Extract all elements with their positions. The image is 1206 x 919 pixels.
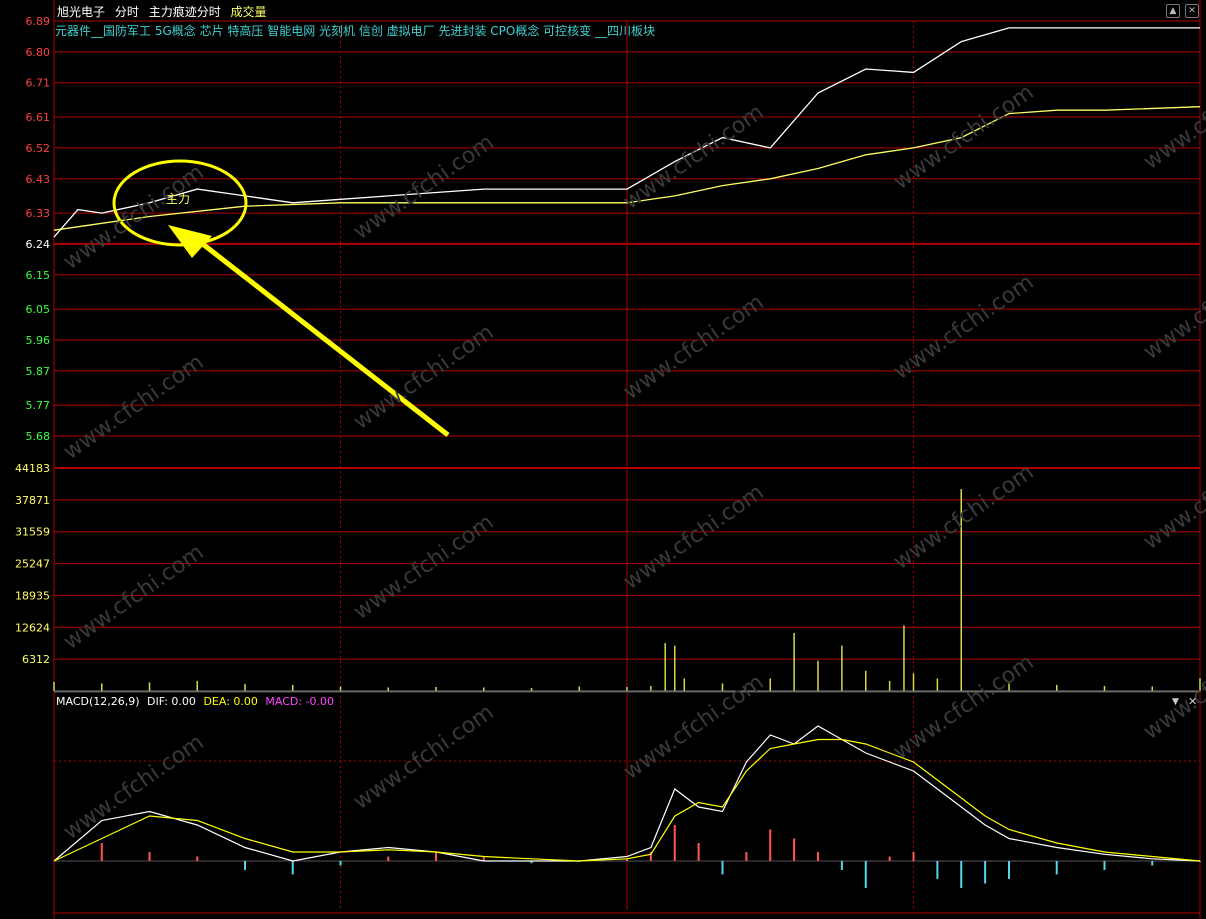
volume-tick-label: 25247 bbox=[15, 558, 50, 571]
watermark-text: www.cfchi.com bbox=[889, 460, 1038, 575]
price-tick-label: 6.71 bbox=[26, 77, 51, 90]
indicator-label[interactable]: 主力痕迹分时 bbox=[149, 5, 221, 19]
watermark-text: www.cfchi.com bbox=[349, 510, 498, 625]
macd-header: MACD(12,26,9) DIF: 0.00 DEA: 0.00 MACD: … bbox=[56, 695, 334, 708]
chart-canvas: 6.89 6.80 6.71 6.61 6.52 6.43 6.33 6.24 6.15 6.05… bbox=[15, 0, 1206, 919]
watermark-text: www.cfchi.com bbox=[619, 480, 768, 595]
volume-tick-label: 12624 bbox=[15, 621, 50, 634]
concept-tags: 元器件__国防军工 5G概念 芯片 特高压 智能电网 光刻机 信创 虚拟电厂 先… bbox=[55, 24, 655, 38]
volume-tick-label: 6312 bbox=[22, 653, 50, 666]
annotation-arrow-head bbox=[168, 225, 212, 258]
watermark-text: www.cfchi.com bbox=[1139, 440, 1206, 555]
price-tick-label: 6.15 bbox=[26, 269, 51, 282]
volume-tick-label: 18935 bbox=[15, 589, 50, 602]
watermark-text: www.cfchi.com bbox=[889, 650, 1038, 765]
macd-value: MACD: -0.00 bbox=[265, 695, 335, 708]
annotation-label: 主力 bbox=[166, 192, 191, 206]
watermark-text: www.cfchi.com bbox=[59, 730, 208, 845]
expand-button[interactable]: ▲ bbox=[1166, 4, 1180, 18]
watermark-text: www.cfchi.com bbox=[889, 80, 1038, 195]
price-tick-label: 6.52 bbox=[26, 142, 51, 155]
macd-close-icon[interactable]: ✕ bbox=[1188, 695, 1197, 708]
volume-tick-label: 31559 bbox=[15, 526, 50, 539]
macd-dea: DEA: 0.00 bbox=[203, 695, 258, 708]
watermark-text: www.cfchi.com bbox=[1139, 630, 1206, 745]
close-button[interactable]: ✕ bbox=[1185, 4, 1199, 18]
volume-tick-label: 44183 bbox=[15, 462, 50, 475]
macd-dif: DIF: 0.00 bbox=[147, 695, 196, 708]
price-tick-label: 5.77 bbox=[26, 399, 51, 412]
price-tick-label: 6.61 bbox=[26, 111, 51, 124]
macd-name: MACD(12,26,9) bbox=[56, 695, 140, 708]
chart-header: 旭光电子 分时 主力痕迹分时 成交量 bbox=[57, 3, 273, 20]
price-tick-label: 6.80 bbox=[26, 46, 51, 59]
watermark-text: www.cfchi.com bbox=[59, 540, 208, 655]
watermark-text: www.cfchi.com bbox=[619, 290, 768, 405]
price-tick-label: 6.05 bbox=[26, 303, 51, 316]
dropdown-icon[interactable]: ▼ bbox=[1172, 697, 1179, 707]
watermark-text: www.cfchi.com bbox=[349, 130, 498, 245]
stock-name: 旭光电子 bbox=[57, 5, 106, 19]
mode-label[interactable]: 分时 bbox=[115, 5, 139, 19]
watermark-text: www.cfchi.com bbox=[59, 350, 208, 465]
watermark-text: www.cfchi.com bbox=[1139, 250, 1206, 365]
watermark-text: www.cfchi.com bbox=[889, 270, 1038, 385]
watermark-text: www.cfchi.com bbox=[619, 670, 768, 785]
price-tick-label: 6.33 bbox=[26, 207, 51, 220]
price-tick-label: 6.89 bbox=[26, 15, 51, 28]
volume-label: 成交量 bbox=[230, 5, 267, 19]
price-tick-label: 6.24 bbox=[26, 238, 51, 251]
watermark-text: www.cfchi.com bbox=[349, 700, 498, 815]
price-tick-label: 5.96 bbox=[26, 334, 51, 347]
volume-tick-label: 37871 bbox=[15, 494, 50, 507]
price-tick-label: 5.87 bbox=[26, 365, 51, 378]
watermark-text: www.cfchi.com bbox=[59, 160, 208, 275]
price-tick-label: 6.43 bbox=[26, 173, 51, 186]
price-tick-label: 5.68 bbox=[26, 430, 51, 443]
